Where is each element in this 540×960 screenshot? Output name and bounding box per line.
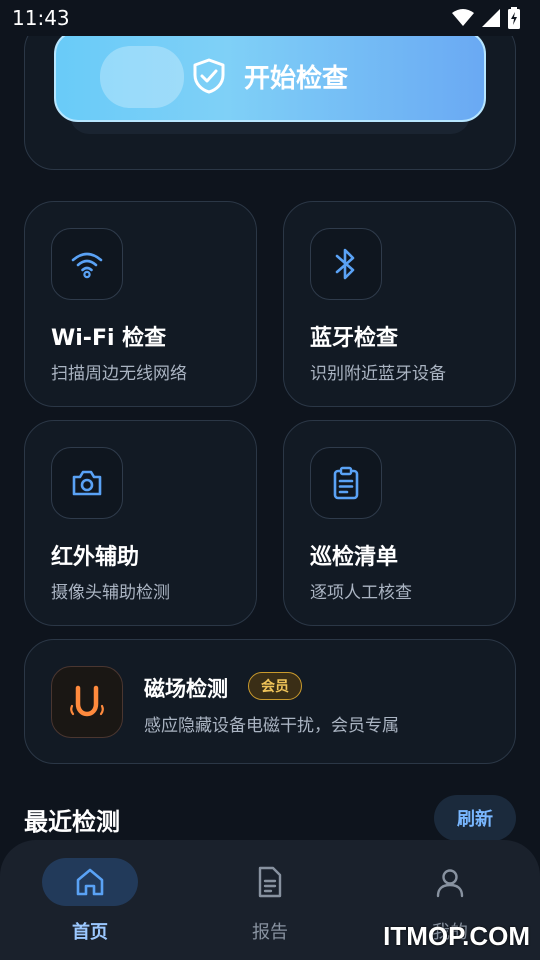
tile-bluetooth-check[interactable]: 蓝牙检查 识别附近蓝牙设备 bbox=[283, 201, 516, 407]
shield-check-icon bbox=[193, 58, 225, 94]
nav-profile-pill bbox=[402, 858, 498, 906]
magnet-icon-box bbox=[51, 666, 123, 738]
tile-title: Wi-Fi 检查 bbox=[51, 326, 167, 351]
tile-icon-box bbox=[310, 228, 382, 300]
profile-icon bbox=[436, 869, 464, 898]
nav-home-pill bbox=[42, 858, 138, 906]
nav-label: 首页 bbox=[72, 922, 108, 943]
status-time: 11:43 bbox=[12, 6, 70, 30]
tile-icon-box bbox=[51, 228, 123, 300]
start-check-label: 开始检查 bbox=[243, 63, 348, 94]
tile-infrared-assist[interactable]: 红外辅助 摄像头辅助检测 bbox=[24, 420, 257, 626]
tile-description: 摄像头辅助检测 bbox=[51, 583, 170, 603]
wifi-icon bbox=[452, 9, 474, 26]
battery-charging-icon bbox=[508, 7, 520, 29]
clipboard-icon bbox=[333, 466, 359, 500]
tile-description: 识别附近蓝牙设备 bbox=[310, 364, 446, 384]
tile-icon-box bbox=[51, 447, 123, 519]
wifi-icon bbox=[71, 252, 103, 279]
tile-wifi-check[interactable]: Wi-Fi 检查 扫描周边无线网络 bbox=[24, 201, 257, 407]
start-check-button[interactable]: 开始检查 bbox=[54, 30, 486, 122]
magnet-description: 感应隐藏设备电磁干扰，会员专属 bbox=[144, 716, 399, 736]
tile-title: 巡检清单 bbox=[310, 545, 399, 570]
status-icons bbox=[452, 7, 520, 29]
nav-item-report[interactable]: 报告 bbox=[210, 858, 330, 944]
magnet-detection-card[interactable]: 磁场检测 会员 感应隐藏设备电磁干扰，会员专属 bbox=[24, 639, 516, 764]
tile-title: 红外辅助 bbox=[51, 545, 140, 570]
nav-report-pill bbox=[222, 858, 318, 906]
bluetooth-icon bbox=[335, 248, 355, 280]
tile-icon-box bbox=[310, 447, 382, 519]
refresh-button[interactable]: 刷新 bbox=[434, 795, 516, 841]
status-bar: 11:43 bbox=[0, 0, 540, 36]
signal-icon bbox=[482, 9, 500, 27]
tile-inspection-checklist[interactable]: 巡检清单 逐项人工核查 bbox=[283, 420, 516, 626]
report-icon bbox=[258, 866, 282, 898]
watermark: ITMOP.COM bbox=[383, 921, 530, 951]
nav-item-home[interactable]: 首页 bbox=[30, 858, 150, 944]
tile-description: 扫描周边无线网络 bbox=[51, 364, 187, 384]
magnet-icon bbox=[70, 685, 104, 717]
magnet-title: 磁场检测 bbox=[144, 677, 228, 701]
button-glow bbox=[100, 46, 184, 108]
tile-title: 蓝牙检查 bbox=[310, 326, 399, 351]
recent-detections-title: 最近检测 bbox=[24, 808, 120, 836]
nav-label: 报告 bbox=[252, 922, 288, 943]
camera-icon bbox=[72, 470, 102, 496]
tile-description: 逐项人工核查 bbox=[310, 583, 412, 603]
vip-badge: 会员 bbox=[248, 672, 302, 700]
home-icon bbox=[76, 868, 104, 896]
